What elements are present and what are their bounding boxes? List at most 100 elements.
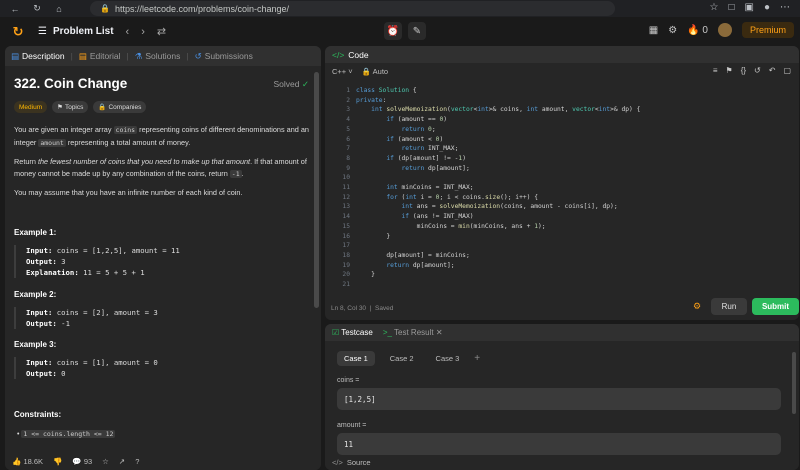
case-tab[interactable]: Case 3: [429, 351, 467, 366]
profile-icon[interactable]: ●: [764, 2, 770, 13]
home-icon[interactable]: ⌂: [52, 4, 66, 14]
coins-input[interactable]: [1,2,5]: [337, 388, 781, 410]
format-icon[interactable]: ≡: [713, 66, 718, 75]
line-number: 16: [342, 232, 350, 240]
comments-button[interactable]: 💬 93: [72, 457, 92, 466]
scrollbar[interactable]: [314, 72, 319, 308]
inline-code: amount: [38, 138, 66, 147]
tab-test-result[interactable]: >_ Test Result ✕: [383, 328, 443, 337]
fullscreen-icon[interactable]: ▢: [783, 66, 791, 75]
extensions-icon[interactable]: □: [728, 2, 734, 13]
code-line: }: [356, 232, 391, 240]
line-number: 2: [346, 96, 350, 104]
tab-solutions[interactable]: ⚗ Solutions: [135, 51, 181, 62]
menu-icon[interactable]: ⋯: [780, 2, 790, 13]
add-case-icon[interactable]: +: [474, 353, 480, 364]
hint-icon[interactable]: ⚙: [693, 301, 701, 312]
tab-submissions[interactable]: ↺ Submissions: [195, 51, 253, 62]
lock-icon: 🔒: [361, 67, 371, 76]
language-select[interactable]: C++ ˅: [332, 67, 353, 76]
collections-icon[interactable]: ▣: [745, 2, 754, 13]
dislike-icon[interactable]: 👎: [53, 457, 62, 466]
tab-testcase[interactable]: ☑ Testcase: [332, 328, 373, 337]
layout-icon[interactable]: ▦: [649, 25, 658, 36]
avatar[interactable]: [717, 23, 732, 37]
code-line: int solveMemoization(vector<int>& coins,…: [371, 106, 641, 114]
bookmark-icon[interactable]: ⚑: [726, 66, 733, 75]
line-number: 1: [346, 87, 350, 94]
line-number: 6: [346, 135, 350, 143]
settings-icon[interactable]: ⚙: [668, 25, 677, 36]
code-line: if (amount < 0): [386, 135, 444, 143]
favorite-icon[interactable]: ☆: [102, 457, 109, 466]
description-icon: ▤: [11, 50, 20, 61]
constraints-heading: Constraints:: [14, 410, 62, 419]
description-paragraph: Return the fewest number of coins that y…: [14, 157, 307, 178]
code-line: if (ans != INT_MAX): [401, 213, 474, 221]
tab-description[interactable]: ▤ Description: [11, 51, 65, 62]
back-icon[interactable]: ←: [8, 4, 22, 14]
tab-divider: |: [126, 51, 129, 61]
line-number: 18: [342, 251, 350, 259]
code-line: if (amount == 0): [386, 116, 448, 124]
source-bar[interactable]: </> Source: [325, 455, 799, 470]
shuffle-icon[interactable]: ⇄: [157, 25, 166, 38]
reset-icon[interactable]: ↺: [754, 66, 761, 75]
testcase-panel: ☑ Testcase >_ Test Result ✕ Case 1 Case …: [325, 324, 799, 470]
difficulty-chip[interactable]: Medium: [14, 101, 48, 113]
submit-button[interactable]: Submit: [752, 298, 799, 315]
like-button[interactable]: 👍 18.6K: [12, 457, 43, 466]
problem-chips: Medium ⚑ Topics 🔒 Companies: [14, 101, 147, 113]
next-problem-icon[interactable]: ›: [141, 26, 145, 38]
code-header: </> Code: [325, 46, 799, 63]
streak-counter[interactable]: 🔥 0: [687, 25, 708, 36]
topics-chip[interactable]: ⚑ Topics: [52, 101, 89, 113]
testcase-tabs: ☑ Testcase >_ Test Result ✕: [325, 324, 799, 341]
terminal-icon: >_: [382, 328, 392, 337]
auto-mode[interactable]: 🔒 Auto: [362, 67, 388, 76]
code-tools: ≡ ⚑ {} ↺ ↶ ▢: [713, 66, 791, 75]
code-line: int minCoins = INT_MAX;: [386, 184, 474, 192]
case-tab[interactable]: Case 1: [337, 351, 375, 366]
problem-list-button[interactable]: ☰ Problem List: [38, 26, 114, 37]
refresh-icon[interactable]: ↻: [30, 3, 44, 14]
line-number: 14: [342, 213, 350, 221]
example-block: Input: coins = [1], amount = 0 Output: 0: [14, 357, 158, 379]
case-tab[interactable]: Case 2: [383, 351, 421, 366]
scrollbar[interactable]: [792, 352, 796, 414]
solutions-icon: ⚗: [134, 50, 143, 61]
line-number: 13: [342, 203, 350, 211]
solved-badge: Solved ✓: [274, 79, 310, 90]
address-bar[interactable]: 🔒 https://leetcode.com/problems/coin-cha…: [90, 1, 615, 16]
code-line: if (dp[amount] != -1): [386, 154, 466, 162]
leetcode-logo[interactable]: ↻: [10, 24, 26, 40]
left-tabs: ▤ Description | ▤ Editorial | ⚗ Solutions |…: [5, 46, 321, 66]
close-icon[interactable]: ✕: [436, 328, 443, 337]
undo-icon[interactable]: ↶: [769, 66, 776, 75]
premium-button[interactable]: Premium: [741, 22, 794, 38]
example-heading: Example 2:: [14, 290, 57, 299]
run-button[interactable]: Run: [711, 298, 747, 315]
code-line: }: [356, 271, 375, 279]
help-icon[interactable]: ?: [135, 457, 139, 466]
notes-icon[interactable]: ✎: [408, 22, 426, 40]
favorites-icon[interactable]: ☆: [709, 2, 718, 13]
prev-problem-icon[interactable]: ‹: [126, 26, 130, 38]
tab-editorial[interactable]: ▤ Editorial: [79, 51, 121, 62]
line-number: 3: [346, 106, 350, 114]
share-icon[interactable]: ↗: [119, 457, 125, 466]
code-line: for (int i = 0; i < coins.size(); i++) {: [386, 193, 539, 201]
code-line: class Solution {: [356, 87, 417, 94]
code-line: minCoins = min(minCoins, ans + 1);: [356, 222, 546, 230]
amount-input[interactable]: 11: [337, 433, 781, 455]
source-icon: </>: [332, 458, 343, 467]
code-line: dp[amount] = minCoins;: [356, 251, 470, 259]
companies-chip[interactable]: 🔒 Companies: [93, 101, 147, 113]
line-number: 5: [346, 125, 350, 133]
braces-icon[interactable]: {}: [741, 66, 746, 75]
code-editor[interactable]: class Solution {private: int solveMemoiz…: [356, 86, 640, 290]
line-number: 12: [342, 193, 350, 201]
timer-icon[interactable]: ⏰: [384, 22, 402, 40]
